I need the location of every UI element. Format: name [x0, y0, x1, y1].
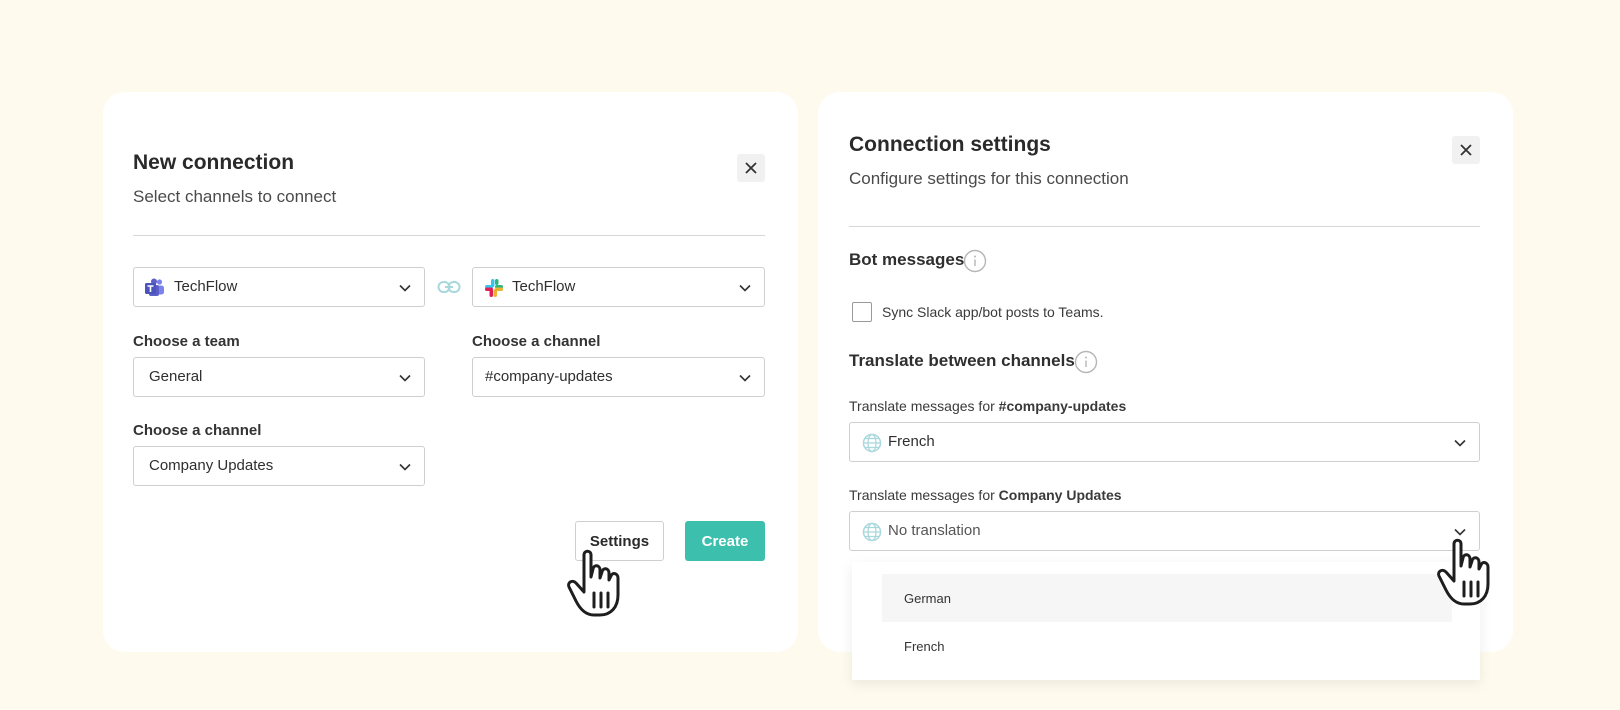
link-icon: [437, 281, 461, 293]
team-select[interactable]: General: [133, 357, 425, 397]
dropdown-option-german[interactable]: German: [882, 574, 1452, 622]
new-connection-subtitle: Select channels to connect: [133, 187, 337, 206]
translate-label-channel: #company-updates: [998, 398, 1127, 414]
translate-label-channel: Company Updates: [998, 487, 1122, 503]
translate-slack-value: French: [888, 433, 935, 450]
choose-team-label: Choose a team: [133, 333, 240, 350]
slack-workspace-select[interactable]: TechFlow: [472, 267, 765, 307]
translate-label-teams: Translate messages for Company Updates: [849, 487, 1122, 503]
translate-teams-value: No translation: [888, 522, 981, 539]
slack-channel-select-value: #company-updates: [485, 368, 613, 385]
teams-logo-icon: [145, 278, 164, 296]
chevron-down-icon: [399, 374, 411, 382]
info-icon[interactable]: [1074, 350, 1098, 374]
sync-bot-posts-label: Sync Slack app/bot posts to Teams.: [882, 304, 1104, 320]
translate-label-slack: Translate messages for #company-updates: [849, 398, 1126, 414]
translate-label-prefix: Translate messages for: [849, 398, 999, 414]
chevron-down-icon: [1454, 439, 1466, 447]
close-settings-button[interactable]: [1452, 136, 1480, 164]
translate-label-prefix: Translate messages for: [849, 487, 999, 503]
close-new-connection-button[interactable]: [737, 154, 765, 182]
hand-pointer-icon: [1437, 538, 1490, 606]
bot-messages-heading: Bot messages: [849, 250, 965, 269]
choose-slack-channel-label: Choose a channel: [472, 333, 601, 350]
slack-channel-select[interactable]: #company-updates: [472, 357, 765, 397]
divider: [133, 235, 765, 236]
close-icon: [745, 162, 757, 174]
chevron-down-icon: [399, 463, 411, 471]
sync-bot-posts-checkbox[interactable]: [852, 302, 872, 322]
connection-settings-title: Connection settings: [849, 133, 1051, 156]
chevron-down-icon: [739, 284, 751, 292]
hand-pointer-icon: [567, 549, 620, 617]
translate-slack-select[interactable]: French: [849, 422, 1480, 462]
slack-workspace-value: TechFlow: [512, 278, 576, 295]
slack-logo-icon: [485, 279, 503, 297]
globe-icon: [862, 522, 882, 542]
new-connection-title: New connection: [133, 151, 295, 174]
connection-settings-subtitle: Configure settings for this connection: [849, 169, 1129, 188]
chevron-down-icon: [739, 374, 751, 382]
translate-heading: Translate between channels: [849, 351, 1075, 370]
create-button[interactable]: Create: [685, 521, 765, 561]
language-dropdown-menu: German French: [852, 562, 1480, 680]
team-select-value: General: [149, 368, 203, 385]
dropdown-option-french[interactable]: French: [882, 622, 1452, 670]
chevron-down-icon: [399, 284, 411, 292]
globe-icon: [862, 433, 882, 453]
close-icon: [1460, 144, 1472, 156]
info-icon[interactable]: [963, 249, 987, 273]
teams-channel-select-value: Company Updates: [149, 457, 274, 474]
teams-workspace-value: TechFlow: [174, 278, 238, 295]
translate-teams-select[interactable]: No translation: [849, 511, 1480, 551]
teams-channel-select[interactable]: Company Updates: [133, 446, 425, 486]
teams-workspace-select[interactable]: TechFlow: [133, 267, 425, 307]
choose-teams-channel-label: Choose a channel: [133, 422, 262, 439]
divider: [849, 226, 1480, 227]
